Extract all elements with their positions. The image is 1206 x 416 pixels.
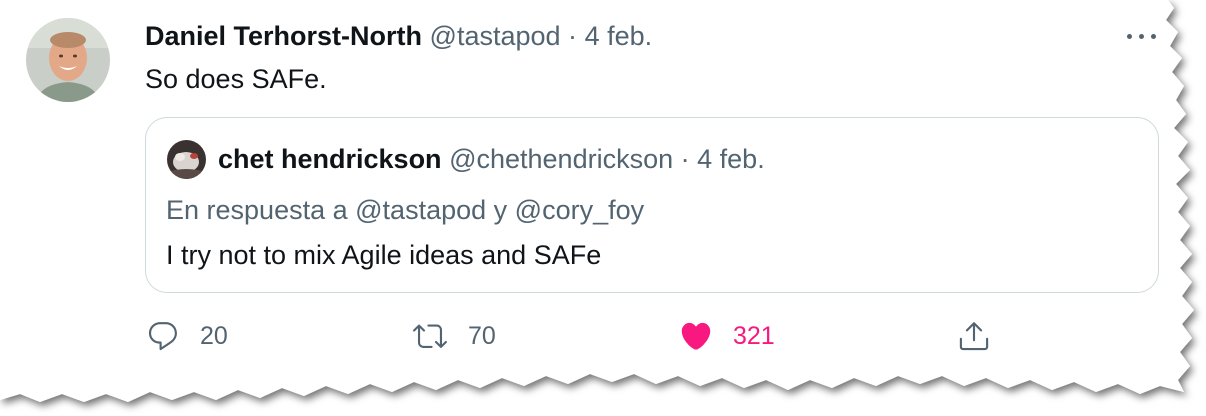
tweet-text: So does SAFe. <box>145 64 327 94</box>
heart-icon <box>681 322 711 350</box>
separator-dot: · <box>568 21 578 51</box>
reply-joiner: y <box>493 195 508 225</box>
more-button[interactable] <box>1124 22 1160 50</box>
quoted-separator-dot: · <box>680 144 690 174</box>
like-button[interactable]: 321 <box>679 316 775 356</box>
reply-button[interactable]: 20 <box>146 316 228 356</box>
retweet-icon <box>413 324 447 348</box>
tweet: Daniel Terhorst-North @tastapod · 4 feb.… <box>0 0 1206 416</box>
tweet-header: Daniel Terhorst-North @tastapod · 4 feb. <box>145 18 652 54</box>
quoted-header: chet hendrickson @chethendrickson · 4 fe… <box>218 140 765 178</box>
quoted-avatar-image <box>167 140 206 179</box>
retweet-button[interactable]: 70 <box>412 316 496 356</box>
like-count: 321 <box>733 321 775 350</box>
share-button[interactable] <box>957 316 991 356</box>
reply-prefix: En respuesta a <box>166 195 348 225</box>
reply-mention-1: @tastapod <box>355 195 487 225</box>
reply-count: 20 <box>200 321 228 350</box>
reply-context: En respuesta a @tastapod y @cory_foy <box>166 191 644 229</box>
quoted-author-handle: @chethendrickson <box>449 144 674 174</box>
quoted-author-avatar <box>167 140 206 179</box>
retweet-count: 70 <box>468 321 496 350</box>
quoted-text: I try not to mix Agile ideas and SAFe <box>166 240 602 270</box>
reply-mention-2: @cory_foy <box>514 195 645 225</box>
author-avatar[interactable] <box>26 18 110 102</box>
torn-screenshot: Daniel Terhorst-North @tastapod · 4 feb.… <box>0 0 1206 416</box>
quoted-date: 4 feb. <box>697 144 765 174</box>
share-icon <box>959 322 989 351</box>
reply-icon <box>148 322 177 351</box>
author-name[interactable]: Daniel Terhorst-North <box>145 21 422 51</box>
author-handle[interactable]: @tastapod <box>430 21 561 51</box>
avatar-image <box>26 18 110 102</box>
quoted-tweet[interactable]: chet hendrickson @chethendrickson · 4 fe… <box>145 117 1159 293</box>
quoted-author-name: chet hendrickson <box>218 144 442 174</box>
tweet-date[interactable]: 4 feb. <box>585 21 653 51</box>
